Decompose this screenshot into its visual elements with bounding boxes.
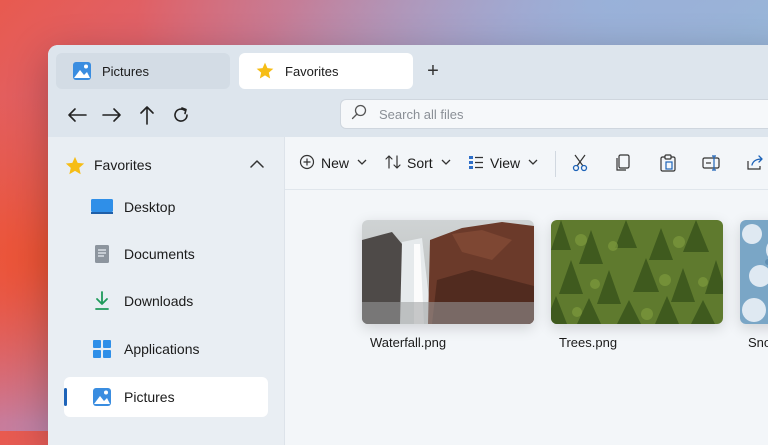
view-button[interactable]: View [468,151,538,175]
file-name: Snow.png [748,335,768,350]
back-button[interactable] [64,103,90,127]
chevron-down-icon [441,158,451,169]
applications-icon [90,339,114,359]
refresh-icon [174,107,188,122]
waterfall-thumbnail [362,220,534,324]
tab-label: Favorites [285,63,339,79]
tab-bar: Pictures Favorites + [48,45,768,93]
sidebar-section-favorites[interactable]: Favorites [48,147,284,183]
share-icon[interactable] [746,153,766,173]
refresh-button[interactable] [168,103,194,127]
sidebar-item-applications[interactable]: Applications [64,329,268,369]
sort-button[interactable]: Sort [385,151,451,175]
view-icon [468,154,484,173]
new-tab-button[interactable]: + [421,59,445,83]
file-name: Trees.png [559,335,618,350]
forward-button[interactable] [99,103,125,127]
sidebar-item-label: Pictures [124,389,175,405]
copy-icon[interactable] [613,153,633,173]
chevron-up-icon[interactable] [248,155,266,178]
file-name: Waterfall.png [370,335,447,350]
trees-thumbnail [551,220,723,324]
arrow-right-icon [102,108,121,122]
up-button[interactable] [134,103,160,127]
tab-label: Pictures [102,63,149,79]
star-icon [255,61,275,81]
file-thumbnail-waterfall[interactable] [362,220,534,324]
sidebar-item-documents[interactable]: Documents [64,234,268,274]
sidebar-item-label: Documents [124,246,195,262]
desktop-icon [90,197,114,217]
sidebar-item-desktop[interactable]: Desktop [64,187,268,227]
snow-thumbnail [740,220,768,324]
plus-circle-icon [299,154,315,173]
selection-indicator [64,388,67,406]
search-input[interactable] [377,105,761,123]
search-box[interactable] [340,99,768,129]
sidebar: Favorites Desktop Documents Downloads Ap… [48,137,285,445]
new-button[interactable]: New [299,151,367,175]
search-icon [351,104,367,125]
pictures-icon [72,61,92,81]
new-label: New [321,155,350,171]
downloads-icon [90,291,114,311]
sidebar-item-pictures[interactable]: Pictures [64,377,268,417]
chevron-down-icon [528,158,538,169]
tab-pictures[interactable]: Pictures [56,53,230,89]
pictures-icon [90,387,114,407]
cut-icon[interactable] [570,153,590,173]
chevron-down-icon [357,158,367,169]
command-bar: New Sort View [285,137,768,190]
paste-icon[interactable] [658,153,678,173]
content-pane: New Sort View Waterfall.png Trees.png Sn… [285,137,768,445]
star-icon [64,155,86,182]
sort-label: Sort [407,155,433,171]
sidebar-item-label: Downloads [124,293,194,309]
view-label: View [490,155,521,171]
tab-favorites[interactable]: Favorites [239,53,413,89]
file-thumbnail-snow[interactable] [740,220,768,324]
file-thumbnail-trees[interactable] [551,220,723,324]
sort-icon [385,154,401,173]
navigation-bar [48,93,768,137]
sidebar-item-label: Desktop [124,199,176,215]
sidebar-item-label: Applications [124,341,200,357]
documents-icon [90,244,114,264]
command-separator [555,151,556,177]
arrow-left-icon [68,108,87,122]
sidebar-item-downloads[interactable]: Downloads [64,281,268,321]
rename-icon[interactable] [701,153,721,173]
file-explorer-window: Pictures Favorites + Search all files Fa… [48,45,768,445]
arrow-up-icon [140,106,154,125]
sidebar-section-label: Favorites [94,157,152,173]
